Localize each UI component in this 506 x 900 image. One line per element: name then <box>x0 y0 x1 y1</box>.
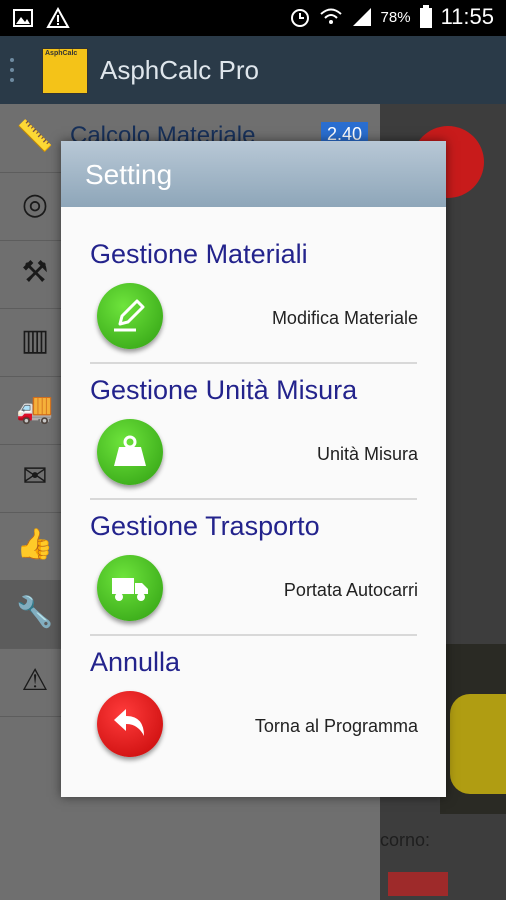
battery-percent: 78% <box>380 8 411 26</box>
tape-measure-icon: ◎ <box>21 188 49 221</box>
warning-icon: ⚠ <box>21 664 49 697</box>
ruler-icon: 📏 <box>16 120 54 153</box>
envelope-icon: ✉ <box>22 460 48 493</box>
torna-al-programma-button[interactable] <box>97 691 163 757</box>
section-action-label[interactable]: Unità Misura <box>317 444 418 465</box>
roll-icon: ▥ <box>20 324 50 357</box>
status-right: 78% 11:55 <box>289 4 494 30</box>
app-logo: AsphCalc <box>42 48 88 94</box>
app-logo-text: AsphCalc <box>45 50 78 57</box>
wrench-icon: 🔧 <box>16 596 54 629</box>
divider <box>90 362 417 364</box>
weight-icon <box>114 435 146 466</box>
thumbs-up-icon: 👍 <box>16 528 54 561</box>
gallery-icon <box>13 9 33 27</box>
pencil-icon <box>114 299 145 332</box>
roller-image <box>450 694 506 794</box>
warning-notification-icon <box>46 7 70 28</box>
worker-icon: ⚒ <box>21 256 49 289</box>
status-left-icons <box>12 7 70 29</box>
wifi-icon <box>319 8 342 24</box>
back-arrow-icon <box>114 709 144 736</box>
app-title: AsphCalc Pro <box>100 55 259 85</box>
section-title: Gestione Trasporto <box>90 511 320 541</box>
section-action-label[interactable]: Modifica Materiale <box>272 308 418 329</box>
battery-icon <box>419 5 432 28</box>
status-bar: 78% 11:55 <box>0 0 506 36</box>
section-gestione-materiali: Gestione Materiali Modifica Materiale <box>61 239 446 375</box>
truck-icon: 🚚 <box>16 392 54 425</box>
overflow-menu-icon[interactable] <box>10 58 16 82</box>
setting-dialog: Setting Gestione Materiali Modifica Mate… <box>61 141 446 797</box>
signal-icon <box>352 8 371 26</box>
app-bar: AsphCalc AsphCalc Pro <box>0 36 506 104</box>
clock: 11:55 <box>440 4 494 29</box>
divider <box>90 498 417 500</box>
truck-image <box>388 872 448 896</box>
section-annulla: Annulla Torna al Programma <box>61 647 446 783</box>
section-gestione-trasporto: Gestione Trasporto Portata Autocarri <box>61 511 446 647</box>
dialog-title: Setting <box>85 159 173 190</box>
section-action-label[interactable]: Portata Autocarri <box>284 580 418 601</box>
divider <box>90 634 417 636</box>
unita-misura-button[interactable] <box>97 419 163 485</box>
section-title: Gestione Unità Misura <box>90 375 358 405</box>
section-title: Annulla <box>90 647 181 677</box>
modifica-materiale-button[interactable] <box>97 283 163 349</box>
section-action-label[interactable]: Torna al Programma <box>255 716 418 737</box>
portata-autocarri-button[interactable] <box>97 555 163 621</box>
alarm-icon <box>290 9 309 27</box>
truck-icon <box>112 578 148 601</box>
section-gestione-unita-misura: Gestione Unità Misura Unità Misura <box>61 375 446 511</box>
section-title: Gestione Materiali <box>90 239 308 269</box>
dialog-header: Setting <box>61 141 446 207</box>
background-text: corno: <box>380 830 431 850</box>
